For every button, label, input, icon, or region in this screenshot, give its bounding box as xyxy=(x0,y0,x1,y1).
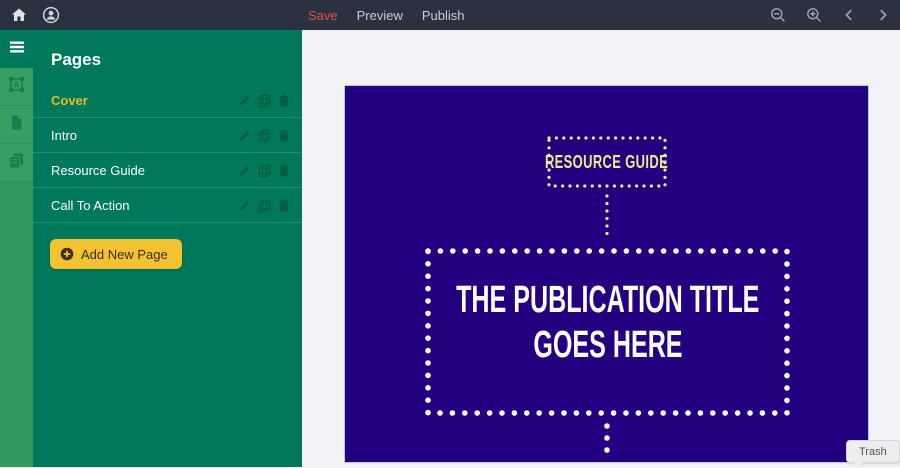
topbar: Save Preview Publish xyxy=(0,0,900,30)
zoom-out-icon[interactable] xyxy=(770,7,786,23)
save-button[interactable]: Save xyxy=(308,8,338,23)
rail-pages-list-tab[interactable] xyxy=(0,30,33,68)
add-new-page-label: Add New Page xyxy=(81,246,168,262)
page-label: Call To Action xyxy=(51,197,130,213)
rename-page-icon[interactable] xyxy=(238,129,251,142)
duplicate-page-icon[interactable] xyxy=(258,129,271,142)
delete-page-icon[interactable] xyxy=(278,199,290,212)
list-icon xyxy=(9,40,25,59)
duplicate-page-icon[interactable] xyxy=(258,94,271,107)
document-page[interactable]: RESOURCE GUIDE THE PUBLICATION TITLE GOE… xyxy=(345,86,868,462)
trash-tooltip-label: Trash xyxy=(859,445,887,458)
delete-page-icon[interactable] xyxy=(278,94,290,107)
rename-page-icon[interactable] xyxy=(238,164,251,177)
tool-rail: A xyxy=(0,30,33,467)
zoom-in-icon[interactable] xyxy=(806,7,822,23)
pages-panel-title: Pages xyxy=(51,50,102,69)
duplicate-page-icon[interactable] xyxy=(258,164,271,177)
add-new-page-button[interactable]: Add New Page xyxy=(50,239,182,269)
resource-guide-label: RESOURCE GUIDE xyxy=(545,151,669,172)
publish-button[interactable]: Publish xyxy=(422,8,465,23)
pages-panel: Pages Cover Intro Resource Guide Call To… xyxy=(33,30,302,467)
preview-button[interactable]: Preview xyxy=(357,8,403,23)
rail-page-tool[interactable] xyxy=(0,106,33,144)
next-page-icon[interactable] xyxy=(876,8,890,22)
page-label: Resource Guide xyxy=(51,162,145,178)
trash-tooltip: Trash xyxy=(846,440,900,468)
resource-guide-textbox[interactable]: RESOURCE GUIDE xyxy=(545,137,669,187)
rename-page-icon[interactable] xyxy=(238,199,251,212)
publication-title-textbox[interactable]: THE PUBLICATION TITLE GOES HERE xyxy=(427,250,788,414)
delete-page-icon[interactable] xyxy=(278,164,290,177)
editor-canvas[interactable]: RESOURCE GUIDE THE PUBLICATION TITLE GOE… xyxy=(302,30,900,467)
delete-page-icon[interactable] xyxy=(278,129,290,142)
rail-text-frame-tool[interactable]: A xyxy=(0,68,33,106)
account-icon[interactable] xyxy=(42,6,60,24)
page-row-call-to-action[interactable]: Call To Action xyxy=(33,188,302,223)
pages-list: Cover Intro Resource Guide Call To Actio… xyxy=(33,83,302,223)
duplicate-page-icon[interactable] xyxy=(258,199,271,212)
previous-page-icon[interactable] xyxy=(842,8,856,22)
rail-multiple-pages-tool[interactable] xyxy=(0,144,33,182)
pages-stack-icon xyxy=(8,152,25,174)
rename-page-icon[interactable] xyxy=(238,94,251,107)
page-row-intro[interactable]: Intro xyxy=(33,118,302,153)
title-line-2: GOES HERE xyxy=(532,324,683,366)
page-row-cover[interactable]: Cover xyxy=(33,83,302,118)
title-line-1: THE PUBLICATION TITLE xyxy=(455,279,760,321)
page-row-resource-guide[interactable]: Resource Guide xyxy=(33,153,302,188)
plus-icon xyxy=(60,247,74,261)
svg-text:A: A xyxy=(14,80,20,89)
home-icon[interactable] xyxy=(10,6,28,24)
page-icon xyxy=(9,114,24,136)
page-label: Intro xyxy=(51,127,78,143)
text-frame-icon: A xyxy=(8,76,25,98)
page-label: Cover xyxy=(51,92,88,108)
